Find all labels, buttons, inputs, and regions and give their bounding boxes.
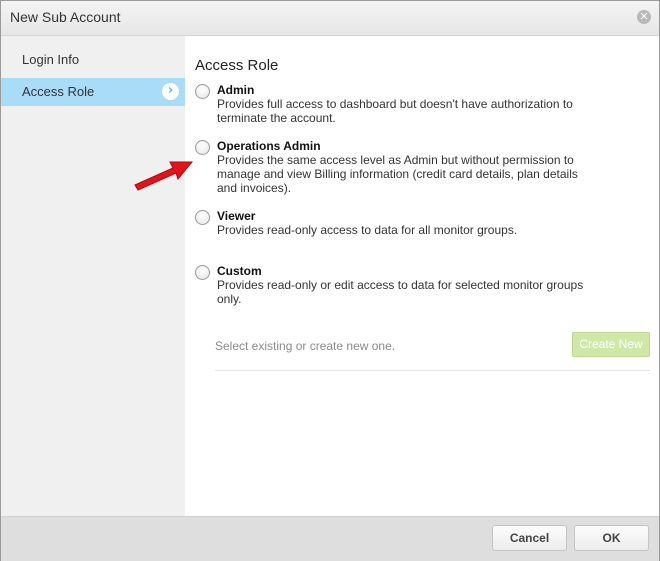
option-title: Custom — [217, 264, 262, 278]
close-icon[interactable]: ✕ — [637, 10, 651, 24]
dialog-titlebar: New Sub Account ✕ — [1, 1, 659, 36]
admin-radio[interactable] — [195, 84, 210, 99]
dialog-title: New Sub Account — [10, 9, 121, 25]
sidebar-item-label: Login Info — [22, 52, 80, 67]
main-panel: Access Role Admin Provides full access t… — [185, 36, 659, 516]
monitor-group-selector: Select existing or create new one. Creat… — [215, 332, 650, 371]
sidebar: Login Info Access Role › — [1, 36, 185, 516]
sidebar-item-access-role[interactable]: Access Role › — [1, 78, 185, 106]
dialog-footer: Cancel OK — [1, 516, 659, 561]
viewer-radio[interactable] — [195, 210, 210, 225]
new-sub-account-dialog: New Sub Account ✕ Login Info Access Role… — [0, 0, 660, 561]
red-arrow-icon — [134, 161, 194, 191]
cancel-button[interactable]: Cancel — [492, 525, 567, 551]
option-description: Provides read-only access to data for al… — [217, 223, 518, 237]
custom-radio[interactable] — [195, 265, 210, 280]
option-description: Provides the same access level as Admin … — [217, 153, 578, 195]
sidebar-item-login-info[interactable]: Login Info — [1, 46, 185, 74]
option-title: Operations Admin — [217, 139, 321, 153]
chevron-right-icon: › — [162, 83, 179, 100]
sidebar-item-label: Access Role — [22, 84, 95, 99]
monitor-group-select[interactable]: Select existing or create new one. — [215, 339, 395, 353]
option-description: Provides full access to dashboard but do… — [217, 97, 573, 125]
operations-admin-radio[interactable] — [195, 140, 210, 155]
option-title: Admin — [217, 83, 255, 97]
ok-button[interactable]: OK — [574, 525, 649, 551]
page-title: Access Role — [195, 57, 279, 74]
option-description: Provides read-only or edit access to dat… — [217, 278, 584, 306]
option-title: Viewer — [217, 209, 256, 223]
create-new-button[interactable]: Create New — [572, 332, 650, 357]
